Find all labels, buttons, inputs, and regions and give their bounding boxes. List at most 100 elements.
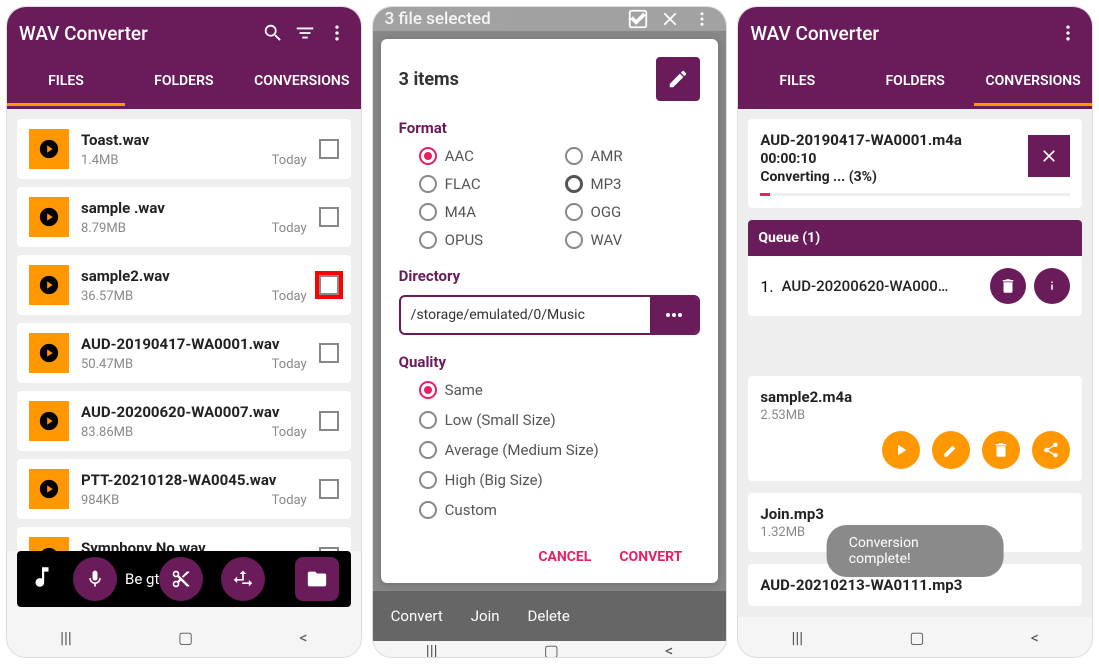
format-option-m4a[interactable]: M4A: [419, 203, 555, 221]
file-size: 984KB: [81, 493, 119, 508]
format-option-ogg[interactable]: OGG: [565, 203, 701, 221]
play-icon[interactable]: [29, 469, 69, 509]
delete-button[interactable]: [982, 431, 1020, 469]
play-icon[interactable]: [29, 401, 69, 441]
format-option-wav[interactable]: WAV: [565, 231, 701, 249]
nav-back-icon[interactable]: <: [665, 641, 673, 658]
menu-convert[interactable]: Convert: [391, 607, 443, 625]
file-checkbox[interactable]: [319, 275, 339, 295]
converting-filename: AUD-20190417-WA0001.m4a: [760, 131, 1070, 149]
selection-appbar: 3 file selected: [373, 7, 727, 31]
menu-icon[interactable]: [690, 7, 714, 31]
tab-conversions[interactable]: CONVERSIONS: [974, 59, 1092, 106]
menu-icon[interactable]: [1056, 21, 1080, 45]
play-icon[interactable]: [29, 537, 69, 551]
quality-options: Same Low (Small Size) Average (Medium Size…: [399, 381, 701, 519]
file-checkbox[interactable]: [319, 479, 339, 499]
menu-delete[interactable]: Delete: [528, 607, 570, 625]
menu-join[interactable]: Join: [471, 607, 500, 625]
merge-button[interactable]: [221, 557, 265, 601]
file-checkbox[interactable]: [319, 139, 339, 159]
nav-recents-icon[interactable]: |||: [60, 628, 72, 647]
tab-files[interactable]: FILES: [7, 59, 125, 106]
close-icon[interactable]: [658, 7, 682, 31]
tab-folders[interactable]: FOLDERS: [856, 59, 974, 106]
convert-button[interactable]: CONVERT: [619, 549, 682, 565]
selection-count: 3 file selected: [385, 9, 619, 29]
cancel-button[interactable]: CANCEL: [538, 549, 591, 565]
nav-back-icon[interactable]: <: [299, 628, 307, 647]
format-options: AAC AMR FLAC MP3 M4A OGG OPUS WAV: [399, 147, 701, 249]
screen-files: WAV Converter FILES FOLDERS CONVERSIONS …: [6, 6, 362, 658]
result-size: 2.53MB: [760, 408, 1070, 423]
appbar: WAV Converter: [7, 7, 361, 59]
file-size: 1.4MB: [81, 153, 119, 168]
convert-dialog: 3 items Format AAC AMR FLAC MP3 M4A OGG OPUS WA…: [381, 39, 719, 583]
quality-option[interactable]: Same: [419, 381, 701, 399]
quality-option[interactable]: Low (Small Size): [419, 411, 701, 429]
play-icon[interactable]: [29, 129, 69, 169]
format-option-flac[interactable]: FLAC: [419, 175, 555, 193]
format-option-mp3[interactable]: MP3: [565, 175, 701, 193]
nav-home-icon[interactable]: ▢: [178, 628, 193, 647]
play-icon[interactable]: [29, 333, 69, 373]
cancel-conversion-button[interactable]: [1028, 135, 1070, 177]
music-icon[interactable]: [29, 564, 55, 594]
edit-button[interactable]: [932, 431, 970, 469]
nav-recents-icon[interactable]: |||: [426, 641, 438, 658]
format-label: Format: [399, 119, 701, 137]
rename-button[interactable]: [656, 57, 700, 101]
mic-button[interactable]: [73, 557, 117, 601]
queue-filename: AUD-20200620-WA000…: [782, 277, 982, 295]
menu-icon[interactable]: [325, 21, 349, 45]
file-checkbox[interactable]: [319, 207, 339, 227]
play-icon[interactable]: [29, 265, 69, 305]
file-row: AUD-20200620-WA0007.wav 83.86MBToday: [17, 391, 351, 451]
quality-label: Quality: [399, 353, 701, 371]
file-row: sample2.wav 36.57MBToday: [17, 255, 351, 315]
toast: Conversion complete!: [827, 525, 1004, 577]
play-button[interactable]: [882, 431, 920, 469]
quality-option[interactable]: Average (Medium Size): [419, 441, 701, 459]
converting-status: Converting ... (3%): [760, 169, 1070, 185]
format-option-aac[interactable]: AAC: [419, 147, 555, 165]
appbar: WAV Converter: [738, 7, 1092, 59]
format-option-opus[interactable]: OPUS: [419, 231, 555, 249]
file-checkbox[interactable]: [319, 343, 339, 363]
queue-delete-button[interactable]: [990, 268, 1026, 304]
file-date: Today: [272, 357, 307, 372]
tab-folders[interactable]: FOLDERS: [125, 59, 243, 106]
file-row: Symphony No.wav 122.48MBToday: [17, 527, 351, 551]
quality-option[interactable]: Custom: [419, 501, 701, 519]
nav-recents-icon[interactable]: |||: [791, 628, 803, 647]
quality-option[interactable]: High (Big Size): [419, 471, 701, 489]
file-list: Toast.wav 1.4MBToday sample .wav 8.79MBT…: [7, 109, 361, 551]
directory-input[interactable]: /storage/emulated/0/Music: [401, 297, 651, 333]
checkbox-icon[interactable]: [626, 7, 650, 31]
tab-conversions[interactable]: CONVERSIONS: [243, 59, 361, 106]
result-name: sample2.m4a: [760, 388, 1070, 406]
share-button[interactable]: [1032, 431, 1070, 469]
file-name: sample .wav: [81, 199, 307, 217]
file-size: 8.79MB: [81, 221, 126, 236]
file-name: AUD-20190417-WA0001.wav: [81, 335, 307, 353]
app-title: WAV Converter: [750, 22, 1048, 45]
queue-block: Queue (1) 1. AUD-20200620-WA000…: [748, 220, 1082, 316]
play-icon[interactable]: [29, 197, 69, 237]
filter-icon[interactable]: [293, 21, 317, 45]
format-option-amr[interactable]: AMR: [565, 147, 701, 165]
dialog-title: 3 items: [399, 69, 459, 90]
queue-info-button[interactable]: [1034, 268, 1070, 304]
directory-browse-button[interactable]: [650, 297, 698, 333]
file-row: sample .wav 8.79MBToday: [17, 187, 351, 247]
nav-home-icon[interactable]: ▢: [544, 641, 559, 658]
nav-back-icon[interactable]: <: [1031, 628, 1039, 647]
folder-button[interactable]: [295, 557, 339, 601]
file-row: AUD-20190417-WA0001.wav 50.47MBToday: [17, 323, 351, 383]
cut-button[interactable]: [159, 557, 203, 601]
file-date: Today: [272, 289, 307, 304]
tab-files[interactable]: FILES: [738, 59, 856, 106]
file-checkbox[interactable]: [319, 411, 339, 431]
search-icon[interactable]: [261, 21, 285, 45]
nav-home-icon[interactable]: ▢: [909, 628, 924, 647]
